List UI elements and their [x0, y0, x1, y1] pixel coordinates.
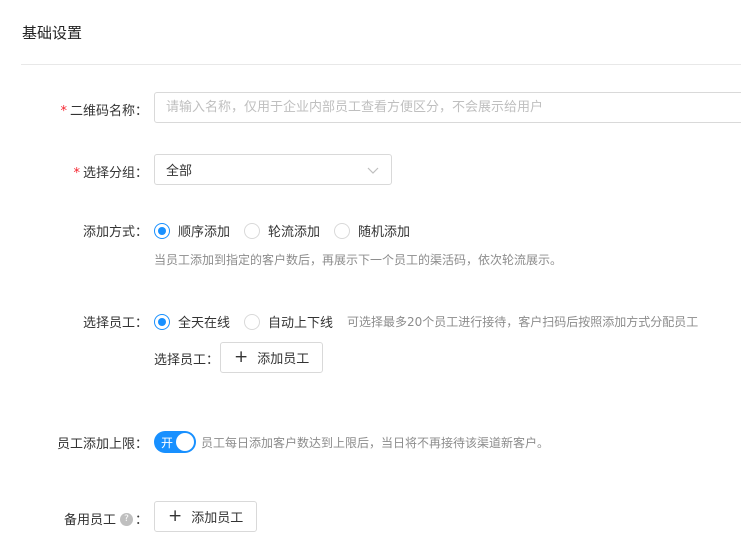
add-staff-button-label: 添加员工 — [257, 352, 310, 367]
plus-icon: + — [234, 347, 249, 367]
staff-hint: 可选择最多20个员工进行接待，客户扫码后按照添加方式分配员工 — [347, 315, 699, 329]
section-divider — [21, 64, 741, 65]
radio-label: 随机添加 — [358, 225, 411, 240]
limit-switch[interactable]: 开 — [154, 431, 196, 453]
switch-knob — [176, 433, 194, 451]
radio-unchecked-icon — [244, 222, 261, 239]
limit-hint: 员工每日添加客户数达到上限后，当日将不再接待该渠道新客户。 — [201, 436, 550, 450]
section-title: 基础设置 — [22, 24, 83, 42]
question-help-icon[interactable]: ? — [119, 513, 133, 526]
add-mode-label: 添加方式： — [82, 225, 148, 240]
radio-random[interactable]: 随机添加 — [334, 221, 410, 240]
required-mark: * — [73, 166, 80, 181]
radio-sequential[interactable]: 顺序添加 — [154, 221, 230, 240]
staff-sub-label: 选择员工： — [154, 353, 220, 368]
switch-on-text: 开 — [161, 436, 174, 450]
plus-icon: + — [168, 506, 183, 526]
add-staff-button[interactable]: + 添加员工 — [220, 342, 324, 373]
limit-label: 员工添加上限： — [56, 437, 148, 452]
radio-all-day-online[interactable]: 全天在线 — [154, 312, 230, 331]
add-mode-hint: 当员工添加到指定的客户数后，再展示下一个员工的渠活码，依次轮流展示。 — [154, 253, 563, 267]
group-select[interactable]: 全部 — [154, 154, 392, 185]
radio-unchecked-icon — [244, 313, 261, 330]
add-mode-radio-group: 顺序添加 轮流添加 随机添加 — [154, 221, 424, 240]
qrcode-name-label: * 二维码名称： — [18, 100, 148, 119]
backup-staff-colon: ： — [134, 513, 148, 528]
radio-rotation[interactable]: 轮流添加 — [244, 221, 320, 240]
qrcode-name-label-text: 二维码名称： — [69, 104, 148, 119]
radio-checked-icon — [154, 313, 170, 330]
staff-radio-group: 全天在线 自动上下线 可选择最多20个员工进行接待，客户扫码后按照添加方式分配员… — [154, 312, 698, 331]
radio-checked-icon — [154, 222, 170, 239]
radio-label: 顺序添加 — [178, 225, 231, 240]
radio-label: 全天在线 — [178, 316, 231, 331]
group-label-text: 选择分组： — [82, 166, 148, 181]
qrcode-name-input[interactable] — [154, 92, 741, 123]
backup-staff-label-text: 备用员工 — [63, 513, 116, 528]
group-select-value: 全部 — [166, 164, 193, 179]
group-label: * 选择分组： — [18, 162, 148, 181]
radio-label: 自动上下线 — [268, 316, 334, 331]
radio-auto-online-offline[interactable]: 自动上下线 — [244, 312, 333, 331]
radio-label: 轮流添加 — [268, 225, 321, 240]
required-mark: * — [60, 104, 67, 119]
add-backup-staff-button-label: 添加员工 — [191, 511, 244, 526]
radio-unchecked-icon — [334, 222, 351, 239]
chevron-down-icon — [367, 167, 379, 174]
staff-label: 选择员工： — [82, 316, 148, 331]
add-backup-staff-button[interactable]: + 添加员工 — [154, 501, 258, 532]
backup-staff-label: 备用员工?： — [18, 509, 148, 528]
